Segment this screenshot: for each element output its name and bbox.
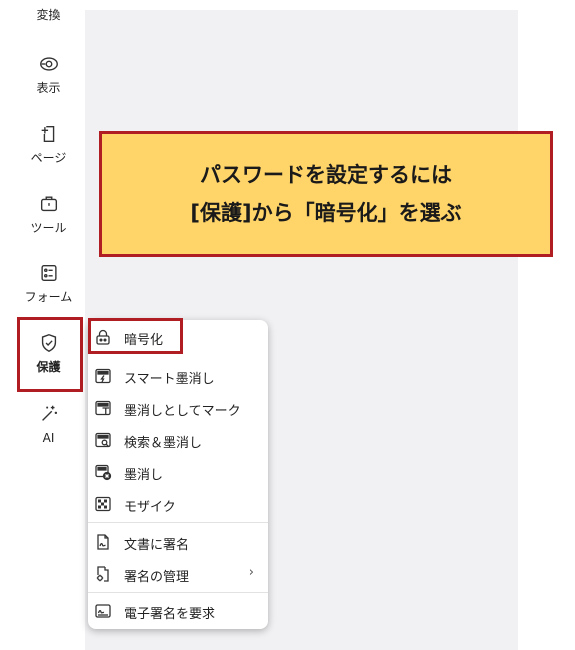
menu-item-label: 文書に署名: [124, 538, 190, 553]
menu-item-label: 署名の管理: [124, 570, 190, 585]
menu-item-mark-redact[interactable]: 墨消しとしてマーク: [88, 394, 268, 422]
menu-item-label: 電子署名を要求: [124, 607, 216, 622]
sidebar-item-label: ツール: [30, 221, 67, 235]
magic-wand-icon: [41, 405, 57, 421]
protect-highlight-box: [17, 317, 83, 392]
eye-icon: [39, 57, 58, 71]
instruction-callout: パスワードを設定するには [保護]から「暗号化」を選ぶ: [99, 131, 553, 257]
sign-document-icon: [97, 534, 109, 550]
manage-signature-icon: [96, 566, 109, 582]
encrypt-highlight-box: [88, 318, 183, 354]
protect-menu: 暗号化 スマート墨消し 墨消しとしてマーク 検索＆墨消し 墨消し モザイク 文書…: [88, 320, 268, 629]
sidebar-item-label: 変換: [36, 8, 61, 22]
menu-item-label: 墨消し: [124, 468, 164, 483]
sidebar-item-ai[interactable]: AI: [12, 403, 85, 445]
menu-item-label: モザイク: [124, 500, 176, 515]
pages-icon: [41, 125, 54, 143]
menu-item-label: 検索＆墨消し: [124, 436, 203, 451]
menu-item-request-esign[interactable]: 電子署名を要求: [88, 597, 268, 625]
mosaic-icon: [95, 496, 111, 512]
chevron-right-icon: ›: [248, 565, 254, 580]
callout-line-1: パスワードを設定するには: [200, 163, 452, 187]
sidebar-item-label: 表示: [36, 81, 61, 95]
sidebar-item-label: フォーム: [24, 290, 73, 304]
menu-item-smart-redact[interactable]: スマート墨消し: [88, 362, 268, 390]
menu-divider: [88, 522, 268, 523]
sidebar-item-view[interactable]: 表示: [12, 53, 85, 95]
smart-redact-icon: [95, 368, 111, 384]
menu-item-label: 墨消しとしてマーク: [124, 404, 241, 419]
sidebar-item-label: AI: [42, 431, 55, 445]
form-icon: [40, 264, 57, 282]
menu-item-apply-redact[interactable]: 墨消し: [88, 458, 268, 486]
sidebar-item-pages[interactable]: ページ: [12, 123, 85, 165]
menu-item-sign-document[interactable]: 文書に署名: [88, 528, 268, 556]
search-redact-icon: [95, 432, 111, 448]
apply-redact-icon: [95, 464, 112, 481]
callout-line-2: [保護]から「暗号化」を選ぶ: [190, 201, 462, 225]
menu-item-search-redact[interactable]: 検索＆墨消し: [88, 426, 268, 454]
sidebar-item-tools[interactable]: ツール: [12, 193, 85, 235]
sidebar-item-convert[interactable]: 変換: [12, 8, 85, 22]
menu-item-mosaic[interactable]: モザイク: [88, 490, 268, 518]
menu-item-manage-signature[interactable]: 署名の管理 ›: [88, 560, 268, 588]
sidebar-item-form[interactable]: フォーム: [12, 262, 85, 304]
menu-divider: [88, 592, 268, 593]
toolbox-icon: [40, 196, 57, 212]
mark-redact-icon: [95, 400, 111, 416]
menu-item-label: スマート墨消し: [124, 372, 215, 387]
sidebar-item-label: ページ: [30, 151, 67, 165]
request-esign-icon: [95, 604, 111, 618]
